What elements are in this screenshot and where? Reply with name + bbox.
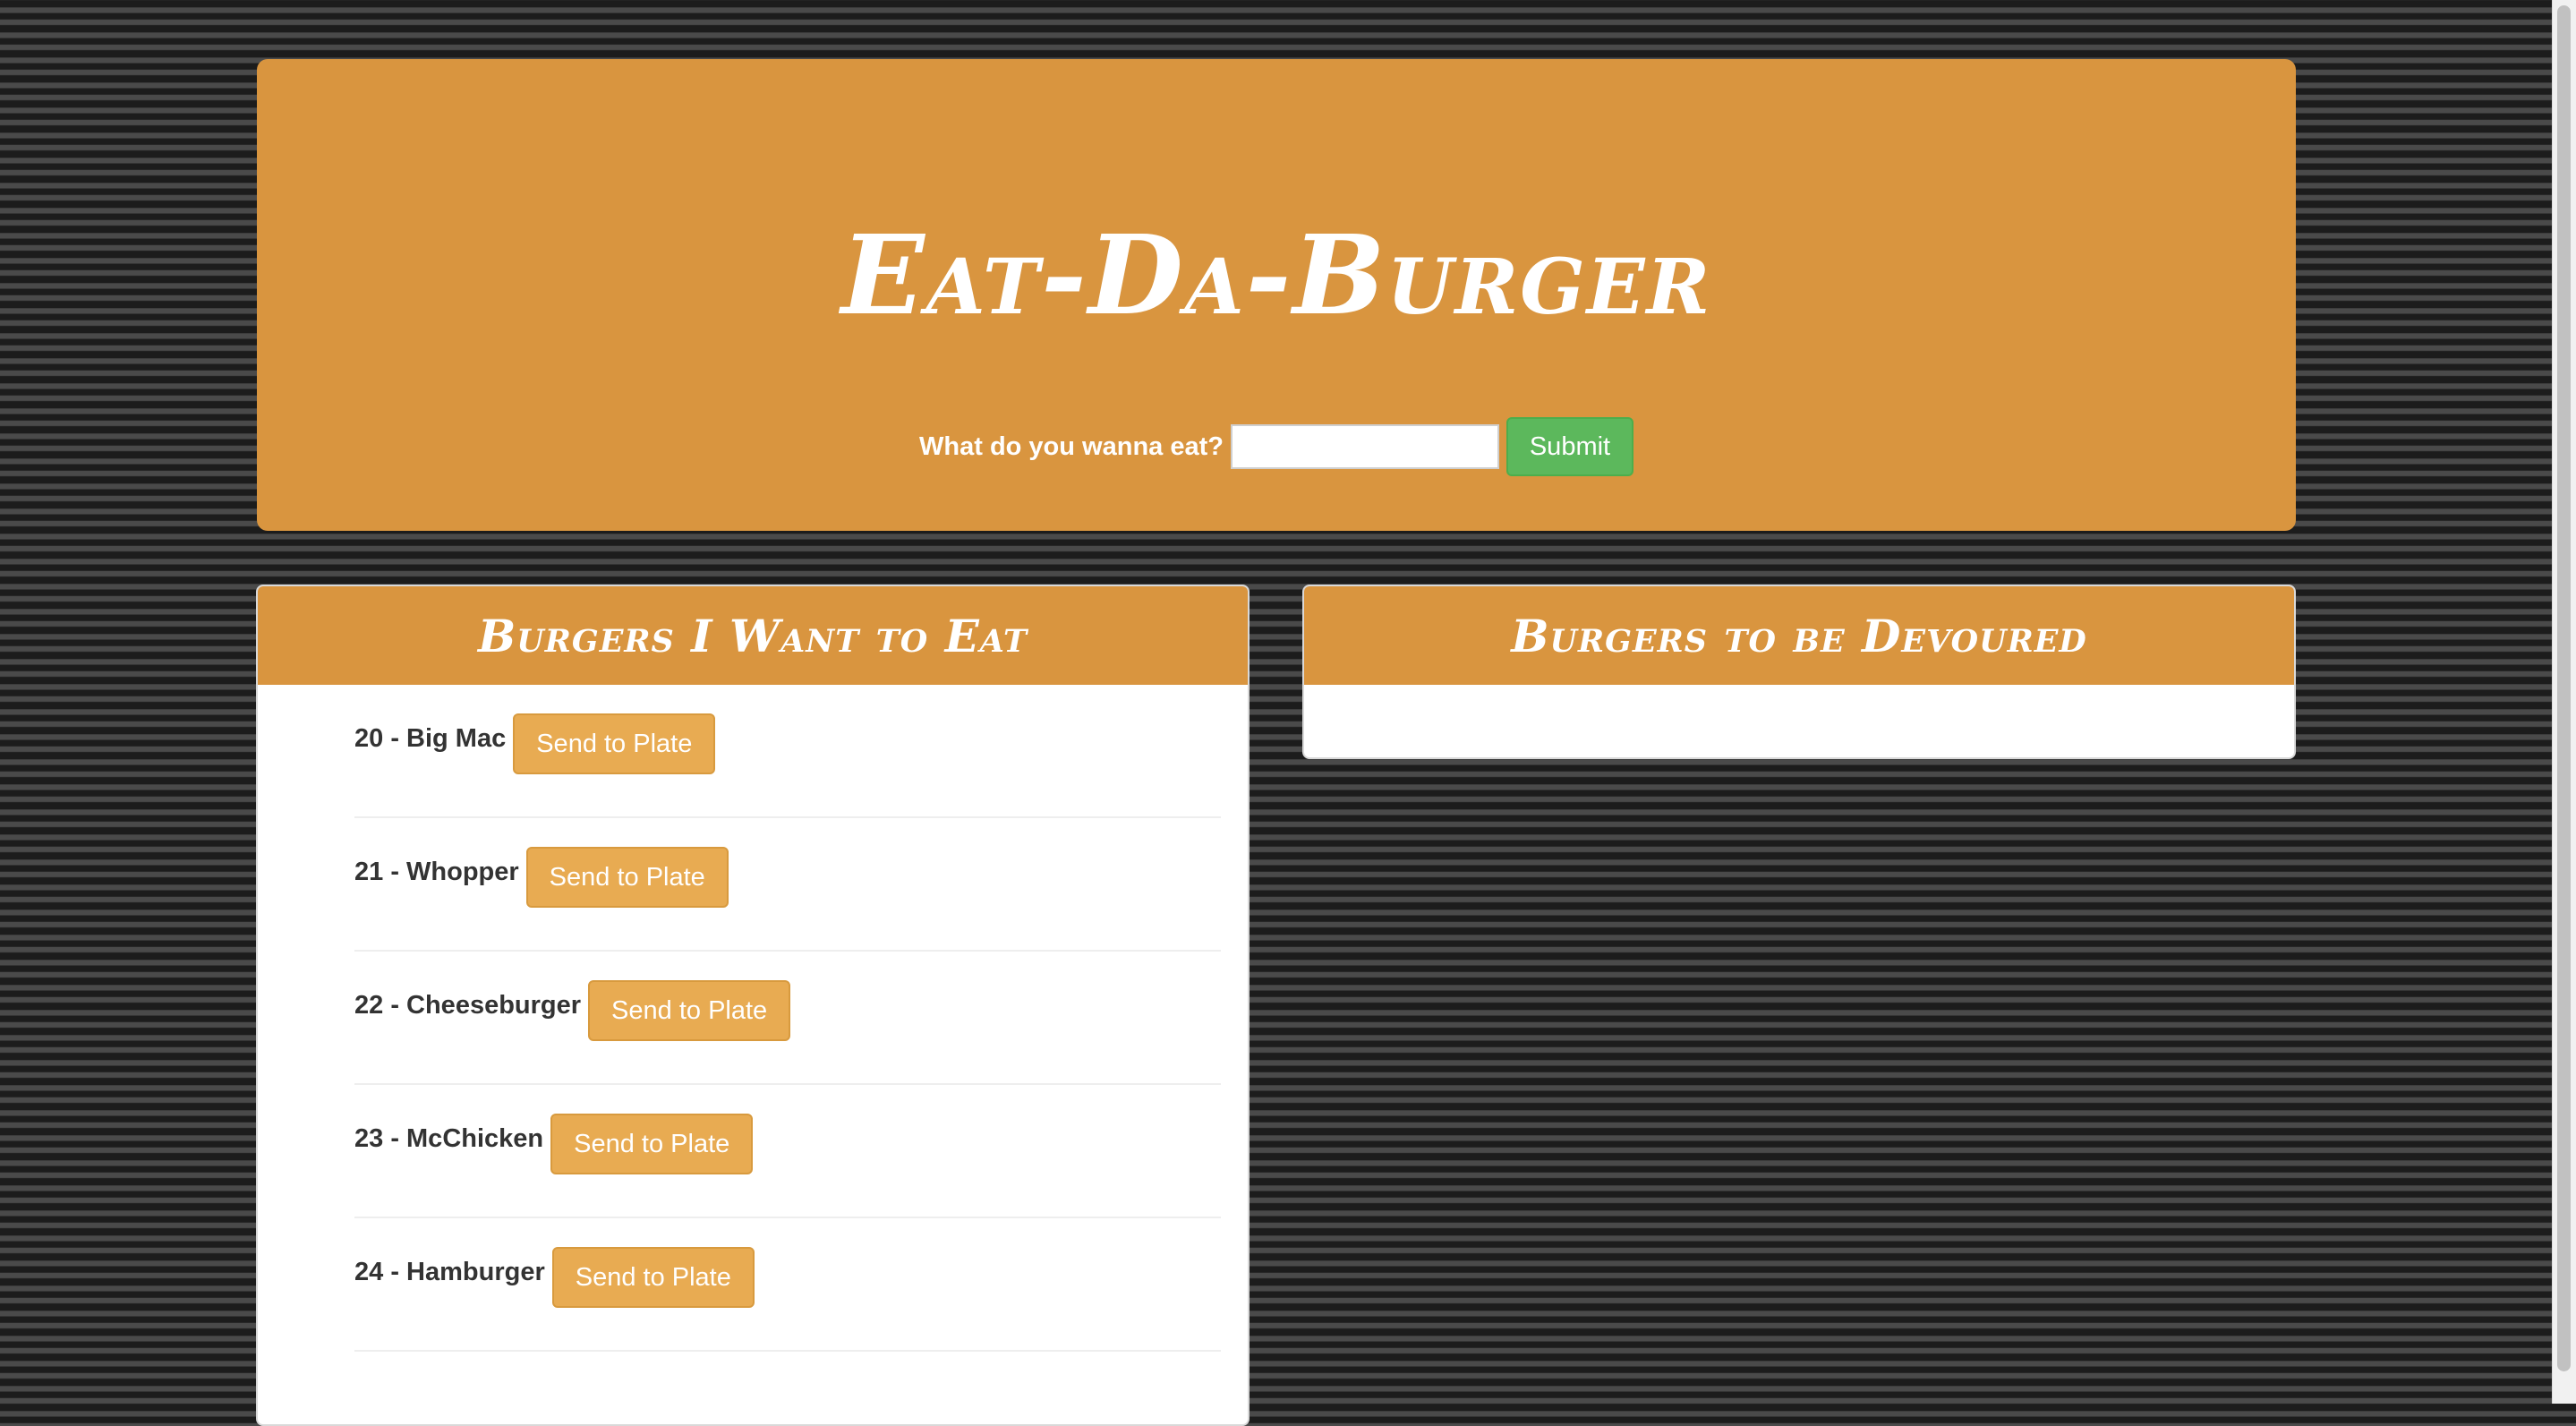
page-title: Eat-Da-Burger <box>840 210 1712 339</box>
burger-name: 23 - McChicken <box>354 1124 544 1153</box>
list-item: 22 - Cheeseburger Send to Plate <box>354 952 1221 1085</box>
panel-title: Burgers to be Devoured <box>1511 609 2087 662</box>
burgers-to-eat-panel: Burgers I Want to Eat 20 - Big Mac Send … <box>256 585 1250 1426</box>
burger-name: 22 - Cheeseburger <box>354 991 582 1020</box>
panel-title: Burgers I Want to Eat <box>477 609 1028 662</box>
list-item: 24 - Hamburger Send to Plate <box>354 1218 1221 1352</box>
send-to-plate-button[interactable]: Send to Plate <box>513 713 716 774</box>
submit-button[interactable]: Submit <box>1506 417 1633 476</box>
send-to-plate-button[interactable]: Send to Plate <box>550 1114 754 1174</box>
burger-name-input[interactable] <box>1230 424 1499 469</box>
scrollbar[interactable] <box>2552 0 2576 1404</box>
burger-order-form: What do you wanna eat? Submit <box>257 417 2296 476</box>
send-to-plate-button[interactable]: Send to Plate <box>525 847 729 908</box>
burger-name: 24 - Hamburger <box>354 1258 545 1286</box>
panel-heading: Burgers I Want to Eat <box>258 586 1248 685</box>
list-item: 20 - Big Mac Send to Plate <box>354 685 1221 818</box>
burger-list: 20 - Big Mac Send to Plate 21 - Whopper … <box>258 685 1248 1352</box>
list-item: 23 - McChicken Send to Plate <box>354 1085 1221 1218</box>
burger-name: 21 - Whopper <box>354 858 519 886</box>
scrollbar-thumb[interactable] <box>2557 5 2571 1371</box>
send-to-plate-button[interactable]: Send to Plate <box>551 1247 755 1308</box>
header-jumbotron: Eat-Da-Burger What do you wanna eat? Sub… <box>257 59 2296 531</box>
burger-input-label: What do you wanna eat? <box>919 431 1224 461</box>
panel-heading: Burgers to be Devoured <box>1304 586 2294 685</box>
list-item: 21 - Whopper Send to Plate <box>354 818 1221 952</box>
send-to-plate-button[interactable]: Send to Plate <box>588 980 791 1041</box>
burgers-devoured-panel: Burgers to be Devoured <box>1302 585 2296 759</box>
burger-name: 20 - Big Mac <box>354 724 507 753</box>
